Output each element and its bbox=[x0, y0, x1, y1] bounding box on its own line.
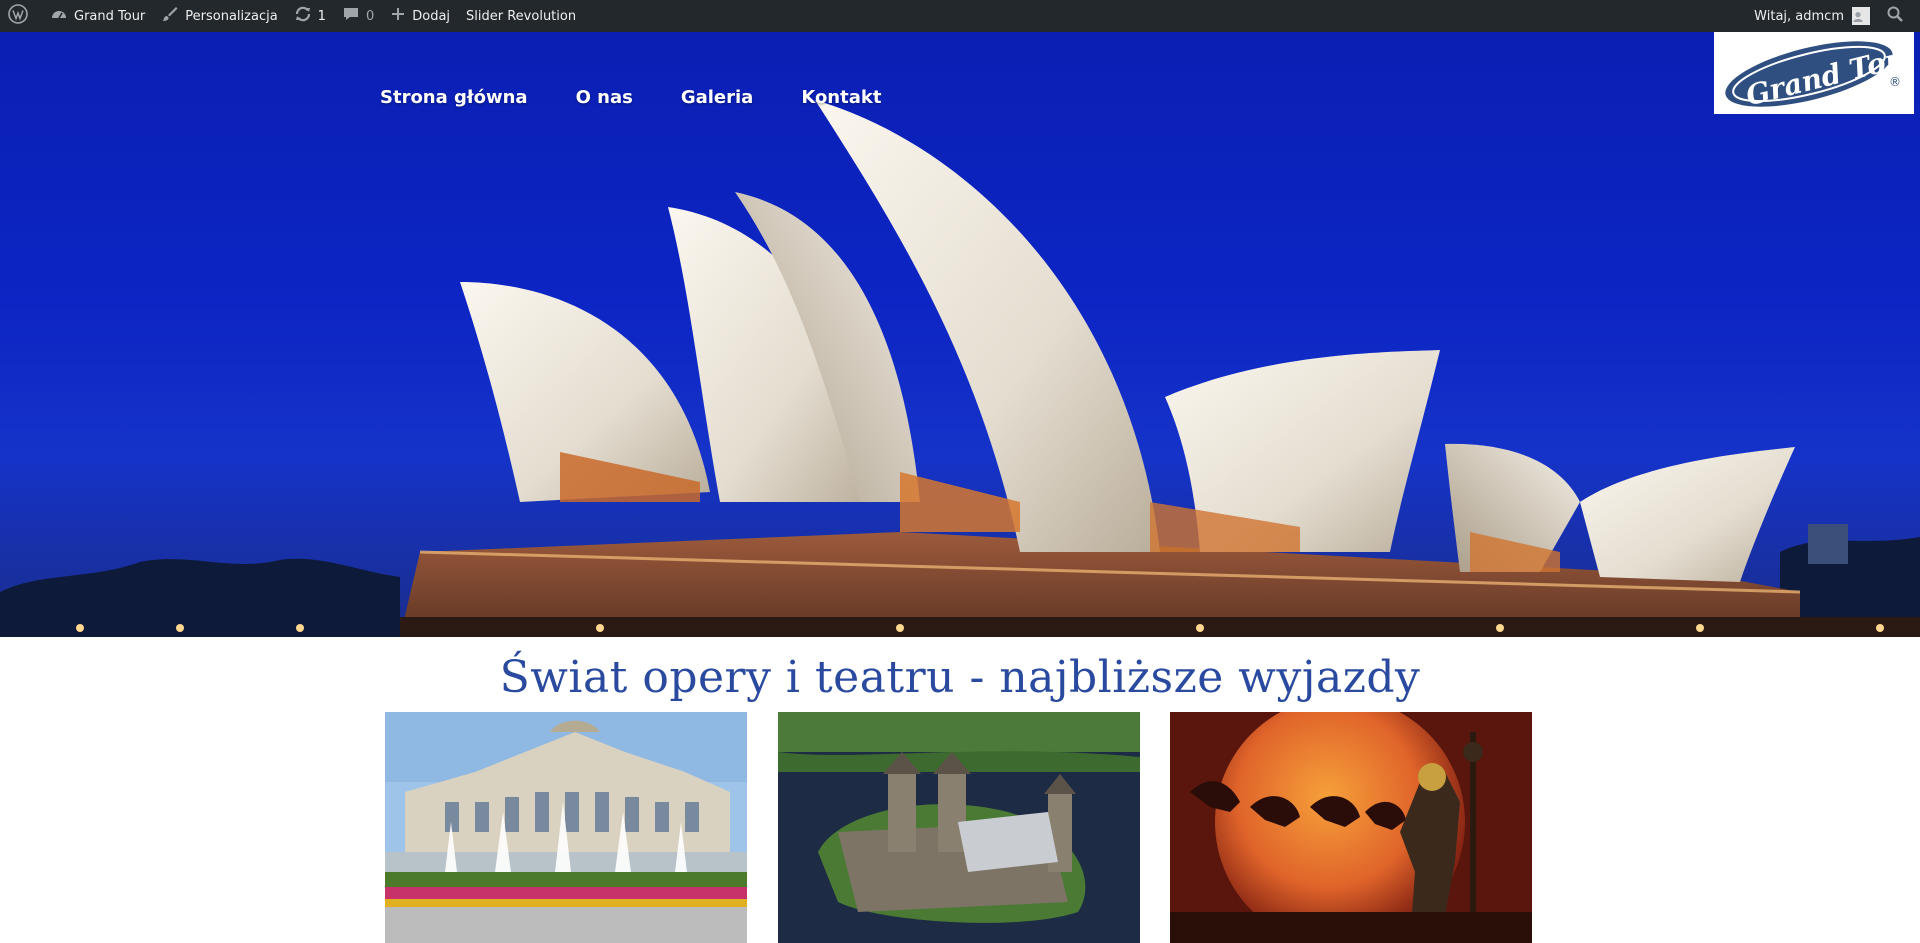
site-name-label: Grand Tour bbox=[74, 8, 146, 24]
site-name-link[interactable]: Grand Tour bbox=[42, 0, 153, 32]
wp-admin-bar: Grand Tour Personalizacja 1 0 Dodaj Slid… bbox=[0, 0, 1920, 32]
my-account-link[interactable]: Witaj, admcm bbox=[1746, 0, 1878, 32]
odessa-opera-image bbox=[385, 712, 747, 943]
customize-label: Personalizacja bbox=[185, 8, 278, 24]
nav-item-gallery[interactable]: Galeria bbox=[681, 87, 754, 108]
updates-link[interactable]: 1 bbox=[286, 0, 334, 32]
hero-image-opera-house bbox=[0, 100, 1920, 637]
trip-tile-olavinlinna-castle[interactable] bbox=[778, 712, 1140, 943]
new-content-link[interactable]: Dodaj bbox=[382, 0, 458, 32]
hero-slider: Strona główna O nas Galeria Kontakt Gran… bbox=[0, 32, 1920, 637]
lion-king-image bbox=[1170, 712, 1532, 943]
wordpress-icon bbox=[8, 4, 34, 28]
grand-tour-logo-icon: Grand Tour ® bbox=[1725, 37, 1907, 112]
nav-item-contact[interactable]: Kontakt bbox=[801, 87, 881, 108]
greeting-label: Witaj, admcm bbox=[1754, 8, 1844, 24]
wordpress-menu[interactable] bbox=[0, 0, 42, 32]
comment-icon bbox=[342, 5, 366, 27]
slider-revolution-label: Slider Revolution bbox=[466, 8, 577, 24]
comments-count: 0 bbox=[365, 8, 375, 24]
updates-count: 1 bbox=[317, 8, 326, 24]
trip-tile-lion-king-musical[interactable] bbox=[1170, 712, 1532, 943]
admin-search-button[interactable] bbox=[1878, 0, 1920, 32]
dashboard-icon bbox=[50, 5, 74, 27]
avatar bbox=[1852, 7, 1870, 25]
comments-link[interactable]: 0 bbox=[334, 0, 382, 32]
olavinlinna-castle-image bbox=[778, 712, 1140, 943]
updates-icon bbox=[294, 5, 318, 27]
customize-link[interactable]: Personalizacja bbox=[153, 0, 285, 32]
section-title: Świat opery i teatru - najbliższe wyjazd… bbox=[499, 652, 1421, 703]
trip-tile-odessa-opera[interactable] bbox=[385, 712, 747, 943]
search-icon bbox=[1886, 5, 1910, 27]
slider-revolution-link[interactable]: Slider Revolution bbox=[458, 0, 584, 32]
main-navigation: Strona główna O nas Galeria Kontakt bbox=[380, 32, 929, 162]
nav-item-about[interactable]: O nas bbox=[576, 87, 633, 108]
brush-icon bbox=[161, 5, 185, 27]
nav-item-home[interactable]: Strona główna bbox=[380, 87, 528, 108]
new-content-label: Dodaj bbox=[412, 8, 451, 24]
plus-icon bbox=[390, 6, 412, 26]
site-logo[interactable]: Grand Tour ® bbox=[1714, 32, 1914, 114]
svg-text:®: ® bbox=[1889, 75, 1901, 89]
